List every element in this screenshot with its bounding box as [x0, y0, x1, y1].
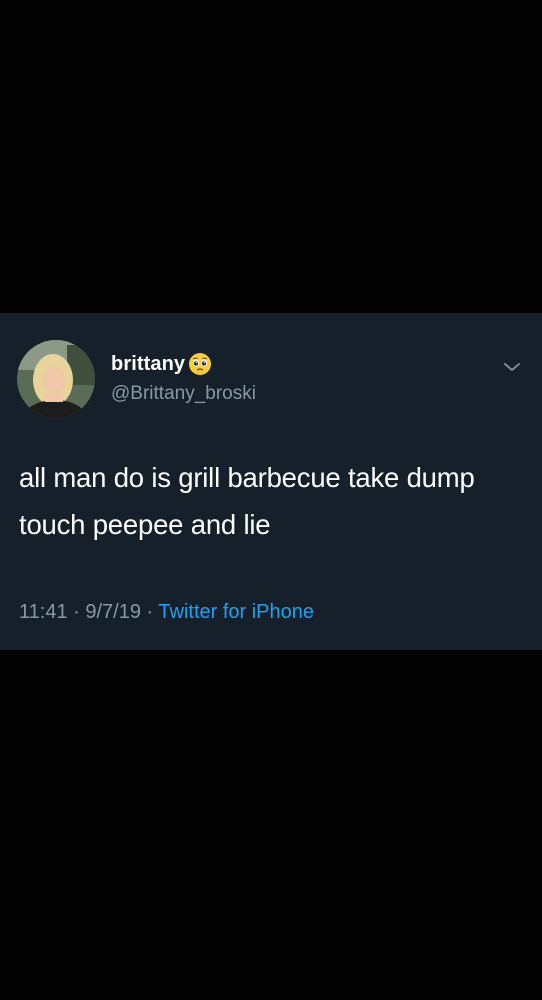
- tweet-date[interactable]: 9/7/19: [85, 601, 141, 623]
- pleading-face-emoji-icon: [188, 352, 212, 376]
- display-name-row: brittany: [111, 351, 212, 377]
- tweet-card[interactable]: brittany @Brittany_broski all man do is …: [0, 313, 542, 650]
- tweet-text: all man do is grill barbecue take dump t…: [19, 462, 475, 540]
- tweet-source-link[interactable]: Twitter for iPhone: [158, 601, 314, 623]
- display-name[interactable]: brittany: [111, 353, 185, 376]
- screenshot-canvas: brittany @Brittany_broski all man do is …: [0, 0, 542, 1000]
- avatar[interactable]: [17, 340, 95, 418]
- avatar-image: [17, 340, 95, 418]
- tweet-metadata: 11:41 · 9/7/19 · Twitter for iPhone: [19, 601, 314, 624]
- tweet-time[interactable]: 11:41: [19, 601, 68, 623]
- chevron-down-icon[interactable]: [502, 359, 522, 375]
- meta-separator: ·: [67, 601, 86, 623]
- user-handle[interactable]: @Brittany_broski: [111, 383, 256, 405]
- meta-separator: ·: [140, 601, 159, 623]
